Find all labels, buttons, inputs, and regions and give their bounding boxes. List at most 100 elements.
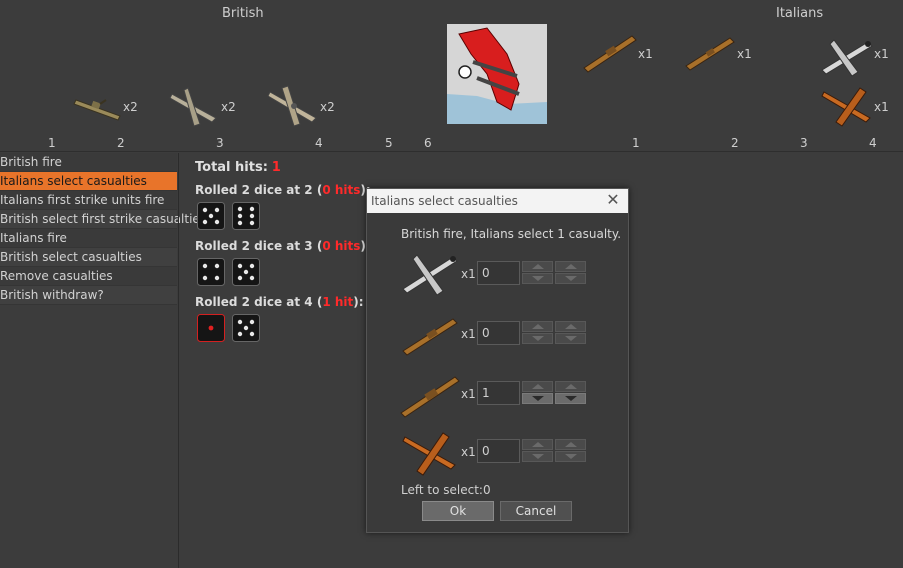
- increment-button[interactable]: [522, 381, 553, 392]
- quantity-stepper[interactable]: [522, 439, 553, 463]
- british-column-label: 4: [315, 136, 323, 150]
- italian-unit-count: x1: [874, 100, 889, 114]
- casualty-row: x1 0: [399, 309, 599, 359]
- decrement-button[interactable]: [522, 273, 553, 284]
- battleship-icon: [399, 369, 461, 419]
- roll-hits: 0 hits: [322, 239, 361, 253]
- british-column-label: 3: [216, 136, 224, 150]
- max-min-stepper[interactable]: [555, 261, 586, 285]
- italian-column-label: 1: [632, 136, 640, 150]
- min-button[interactable]: [555, 333, 586, 344]
- die-icon: [232, 258, 260, 286]
- casualty-count: x1: [461, 387, 476, 401]
- italian-unit-count: x1: [638, 47, 653, 61]
- british-column-label: 6: [424, 136, 432, 150]
- left-to-select: Left to select:0: [401, 483, 491, 497]
- british-unit-count: x2: [320, 100, 335, 114]
- step-item[interactable]: Italians fire: [0, 229, 177, 248]
- italian-column-label: 4: [869, 136, 877, 150]
- panel-separator: [178, 153, 179, 568]
- decrement-button[interactable]: [522, 333, 553, 344]
- dialog-message: British fire, Italians select 1 casualty…: [401, 227, 622, 241]
- die-icon: [197, 258, 225, 286]
- die-icon-hit: [197, 314, 225, 342]
- casualty-count: x1: [461, 267, 476, 281]
- casualty-quantity-field[interactable]: 0: [477, 321, 520, 345]
- roll-line: Rolled 2 dice at 2 (0 hits):: [195, 183, 371, 197]
- battleship-icon: [580, 30, 638, 74]
- total-hits: Total hits: 1: [195, 160, 281, 175]
- min-button[interactable]: [555, 393, 586, 404]
- casualty-count: x1: [461, 327, 476, 341]
- battle-steps-list: British fire Italians select casualties …: [0, 153, 206, 305]
- roll-text: Rolled 2 dice at 4 (: [195, 295, 323, 309]
- total-hits-value: 1: [271, 160, 281, 175]
- increment-button[interactable]: [522, 439, 553, 450]
- step-item[interactable]: British select casualties: [0, 248, 177, 267]
- quantity-stepper[interactable]: [522, 261, 553, 285]
- destroyer-icon: [70, 82, 128, 126]
- max-button[interactable]: [555, 321, 586, 332]
- die-icon: [197, 202, 225, 230]
- max-button[interactable]: [555, 381, 586, 392]
- italian-unit-count: x1: [874, 47, 889, 61]
- step-item[interactable]: British select first strike casualties: [0, 210, 206, 229]
- roll-hits: 0 hits: [322, 183, 361, 197]
- increment-button[interactable]: [522, 321, 553, 332]
- decrement-button[interactable]: [522, 393, 553, 404]
- casualty-quantity-field[interactable]: 0: [477, 261, 520, 285]
- cruiser-icon: [399, 309, 461, 359]
- roll-line: Rolled 2 dice at 4 (1 hit):: [195, 295, 364, 309]
- step-item[interactable]: British fire: [0, 153, 177, 172]
- die-icon: [232, 202, 260, 230]
- ok-button[interactable]: Ok: [422, 501, 494, 521]
- tactical-bomber-icon: [399, 427, 461, 477]
- british-column-label: 1: [48, 136, 56, 150]
- casualty-quantity-field[interactable]: 0: [477, 439, 520, 463]
- british-unit-count: x2: [123, 100, 138, 114]
- bomber-plane-icon: [264, 84, 322, 128]
- close-icon[interactable]: ✕: [604, 191, 622, 209]
- casualty-row: x1 0: [399, 427, 599, 477]
- roll-line: Rolled 2 dice at 3 (0 hits):: [195, 239, 371, 253]
- die-icon: [232, 314, 260, 342]
- max-button[interactable]: [555, 261, 586, 272]
- italians-title: Italians: [776, 6, 824, 21]
- max-min-stepper[interactable]: [555, 321, 586, 345]
- british-column-label: 2: [117, 136, 125, 150]
- max-min-stepper[interactable]: [555, 439, 586, 463]
- cancel-button[interactable]: Cancel: [500, 501, 572, 521]
- casualty-row: x1 0: [399, 249, 599, 299]
- dialog-title: Italians select casualties: [367, 189, 628, 213]
- italian-column-label: 3: [800, 136, 808, 150]
- min-button[interactable]: [555, 273, 586, 284]
- max-button[interactable]: [555, 439, 586, 450]
- british-unit-count: x2: [221, 100, 236, 114]
- roll-text: Rolled 2 dice at 2 (: [195, 183, 323, 197]
- british-title: British: [222, 6, 264, 21]
- increment-button[interactable]: [522, 261, 553, 272]
- quantity-stepper[interactable]: [522, 381, 553, 405]
- max-min-stepper[interactable]: [555, 381, 586, 405]
- casualty-count: x1: [461, 445, 476, 459]
- step-item[interactable]: British withdraw?: [0, 286, 177, 305]
- casualty-quantity-field[interactable]: 1: [477, 381, 520, 405]
- roll-hits: 1 hit: [322, 295, 354, 309]
- select-casualties-dialog: Italians select casualties ✕ British fir…: [366, 188, 629, 533]
- italian-column-label: 2: [731, 136, 739, 150]
- roll-suffix: ):: [353, 295, 364, 309]
- step-item[interactable]: Italians first strike units fire: [0, 191, 177, 210]
- italian-unit-count: x1: [737, 47, 752, 61]
- cruiser-icon: [680, 30, 738, 74]
- fighter-plane-icon: [166, 84, 224, 128]
- decrement-button[interactable]: [522, 451, 553, 462]
- fighter-plane-icon: [399, 249, 461, 299]
- step-item-active[interactable]: Italians select casualties: [0, 172, 177, 191]
- territory-map-thumbnail: [447, 24, 547, 124]
- tactical-bomber-icon: [818, 84, 876, 128]
- casualty-row: x1 1: [399, 369, 599, 419]
- quantity-stepper[interactable]: [522, 321, 553, 345]
- step-item[interactable]: Remove casualties: [0, 267, 177, 286]
- min-button[interactable]: [555, 451, 586, 462]
- header-divider: [0, 151, 903, 152]
